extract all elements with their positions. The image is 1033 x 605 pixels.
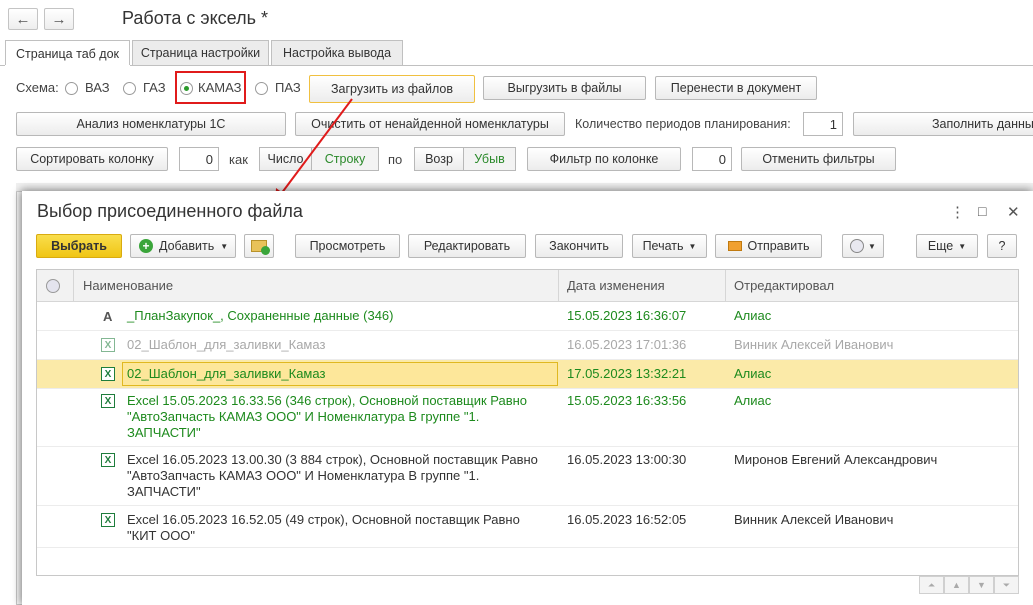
finish-button[interactable]: Закончить — [535, 234, 623, 258]
maximize-icon[interactable]: □ — [978, 203, 986, 219]
dropdown-arrow-icon: ▼ — [958, 241, 967, 251]
close-icon[interactable]: ✕ — [1007, 203, 1020, 221]
files-table: Наименование Дата изменения Отредактиров… — [36, 269, 1019, 576]
scroll-up-icon[interactable]: ▲ — [944, 576, 969, 594]
more-menu-button[interactable]: ▼ — [842, 234, 884, 258]
view-button[interactable]: Просмотреть — [295, 234, 400, 258]
add-button[interactable]: + Добавить ▼ — [130, 234, 236, 258]
row-date: 16.05.2023 13:00:30 — [567, 452, 687, 467]
row-date: 15.05.2023 16:33:56 — [567, 393, 687, 408]
table-row[interactable]: X Excel 16.05.2023 16.52.05 (49 строк), … — [37, 506, 1018, 548]
select-button[interactable]: Выбрать — [36, 234, 122, 258]
excel-icon: X — [101, 338, 115, 352]
edit-button[interactable]: Редактировать — [408, 234, 526, 258]
attached-file-dialog: Выбор присоединенного файла ⋮ □ ✕ Выбрат… — [22, 191, 1033, 605]
row-name: _ПланЗакупок_, Сохраненные данные (346) — [127, 308, 394, 323]
print-button[interactable]: Печать ▼ — [632, 234, 707, 258]
excel-icon: X — [101, 513, 115, 527]
column-name[interactable]: Наименование — [83, 278, 173, 293]
envelope-icon — [727, 241, 742, 251]
row-name: Excel 16.05.2023 16.52.05 (49 строк), Ос… — [127, 512, 520, 543]
folder-icon — [251, 240, 270, 255]
row-editor: Алиас — [734, 393, 772, 408]
table-scroll-controls: ⏶ ▲ ▼ ⏷ — [919, 576, 1019, 594]
row-name: 02_Шаблон_для_заливки_Камаз — [127, 366, 326, 381]
more-options-icon[interactable]: ⋮ — [950, 203, 965, 221]
dialog-title: Выбор присоединенного файла — [37, 201, 303, 221]
scroll-bottom-icon[interactable]: ⏷ — [994, 576, 1019, 594]
scroll-top-icon[interactable]: ⏶ — [919, 576, 944, 594]
row-name: Excel 15.05.2023 16.33.56 (346 строк), О… — [127, 393, 528, 440]
table-header: Наименование Дата изменения Отредактиров… — [37, 270, 1018, 302]
row-name: Excel 16.05.2023 13.00.30 (3 884 строк),… — [127, 452, 538, 499]
plus-icon: + — [139, 239, 153, 253]
list-menu-icon — [850, 239, 865, 253]
scroll-down-icon[interactable]: ▼ — [969, 576, 994, 594]
row-date: 17.05.2023 13:32:21 — [567, 366, 687, 381]
list-settings-icon[interactable] — [46, 279, 60, 293]
add-folder-button[interactable] — [244, 234, 274, 258]
dropdown-arrow-icon: ▼ — [688, 241, 697, 251]
row-date: 16.05.2023 17:01:36 — [567, 337, 687, 352]
excel-icon: X — [101, 367, 115, 381]
row-date: 15.05.2023 16:36:07 — [567, 308, 687, 323]
table-row[interactable]: X 02_Шаблон_для_заливки_Камаз 16.05.2023… — [37, 331, 1018, 360]
row-date: 16.05.2023 16:52:05 — [567, 512, 687, 527]
table-row[interactable]: A _ПланЗакупок_, Сохраненные данные (346… — [37, 302, 1018, 331]
row-editor: Винник Алексей Иванович — [734, 512, 894, 527]
help-button[interactable]: ? — [987, 234, 1017, 258]
send-button[interactable]: Отправить — [715, 234, 822, 258]
dropdown-arrow-icon: ▼ — [220, 241, 229, 251]
table-row[interactable]: X Excel 16.05.2023 13.00.30 (3 884 строк… — [37, 447, 1018, 506]
column-editor[interactable]: Отредактировал — [734, 278, 834, 293]
excel-icon: X — [101, 394, 115, 408]
row-editor: Винник Алексей Иванович — [734, 337, 894, 352]
excel-icon: X — [101, 453, 115, 467]
row-editor: Алиас — [734, 308, 772, 323]
table-row[interactable]: X Excel 15.05.2023 16.33.56 (346 строк),… — [37, 389, 1018, 447]
text-doc-icon: A — [103, 309, 113, 324]
column-date[interactable]: Дата изменения — [567, 278, 665, 293]
row-editor: Миронов Евгений Александрович — [734, 452, 938, 467]
row-editor: Алиас — [734, 366, 772, 381]
more-actions-button[interactable]: Еще ▼ — [916, 234, 978, 258]
dropdown-arrow-icon: ▼ — [868, 241, 876, 251]
table-row-selected[interactable]: X 02_Шаблон_для_заливки_Камаз 17.05.2023… — [37, 360, 1018, 389]
row-name: 02_Шаблон_для_заливки_Камаз — [127, 337, 326, 352]
